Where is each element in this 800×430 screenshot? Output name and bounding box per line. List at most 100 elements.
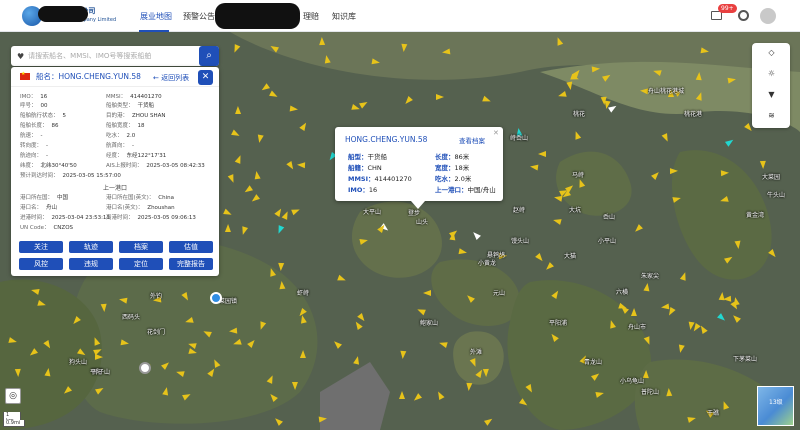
place-label: 外滩 (470, 349, 483, 356)
ship-marker-icon[interactable] (299, 350, 306, 359)
ship-marker-icon[interactable] (422, 290, 431, 297)
place-label: 青龙山 (584, 359, 603, 366)
ship-marker-icon[interactable] (120, 339, 130, 347)
field-track: 航迹向： - (20, 153, 49, 159)
place-label: 小平山 (598, 238, 617, 245)
stack-icon[interactable]: ≋ (767, 111, 776, 120)
ship-marker-icon[interactable] (30, 286, 40, 295)
ship-marker-icon[interactable] (224, 223, 232, 232)
close-button[interactable]: ✕ (198, 70, 213, 85)
location-pin-icon[interactable] (210, 292, 222, 304)
search-input[interactable] (28, 52, 207, 60)
map-type-icon[interactable]: ◎ (5, 388, 21, 404)
place-label: 舟山市 (628, 324, 647, 331)
nav-claims[interactable]: 理赔 (303, 11, 319, 22)
redaction (215, 3, 300, 29)
ship-marker-icon[interactable] (289, 105, 299, 113)
zoom-minimap[interactable]: 13级 (757, 386, 794, 426)
place-label: 元山 (493, 290, 506, 297)
ship-marker-icon[interactable] (529, 163, 539, 171)
field-heading: 航首向： - (106, 143, 135, 149)
ship-marker-icon[interactable] (352, 355, 361, 365)
avatar[interactable] (760, 8, 776, 24)
field-draft: 吃水： 2.0 (106, 133, 136, 139)
weather-icon[interactable]: ☼ (767, 69, 776, 78)
field-ais-time: AIS上报时间： 2025-03-05 08:42:33 (106, 163, 205, 169)
close-icon[interactable]: ✕ (493, 129, 499, 137)
valuation-button[interactable]: 估值 (169, 241, 213, 253)
ship-marker-icon[interactable] (100, 303, 108, 313)
port-uncode: UN Code： CNZOS (20, 225, 74, 231)
nav-alerts[interactable]: 预警公告 (183, 11, 215, 22)
popup-field: 船型：干货船 (348, 153, 387, 161)
ship-marker-icon[interactable] (676, 344, 685, 354)
nav-map[interactable]: 展业地图 (140, 11, 172, 22)
ship-marker-icon[interactable] (660, 303, 670, 311)
place-label: 朱家尖 (641, 273, 660, 280)
zoom-level: 13级 (769, 399, 783, 406)
track-button[interactable]: 轨迹 (69, 241, 113, 253)
search-button[interactable]: ⌕ (199, 46, 219, 66)
ship-marker-icon[interactable] (695, 71, 703, 81)
china-flag-icon (20, 71, 30, 80)
ship-marker-icon[interactable] (256, 134, 264, 144)
ship-marker-icon[interactable] (631, 307, 638, 316)
ship-marker-icon[interactable] (94, 354, 103, 361)
filter-icon[interactable]: ▼ (767, 90, 776, 99)
ship-marker-icon[interactable] (465, 382, 473, 392)
ship-marker-icon[interactable] (670, 168, 679, 175)
redaction (38, 6, 88, 22)
ship-marker-icon[interactable] (318, 37, 325, 46)
ship-marker-icon[interactable] (399, 391, 406, 400)
place-label: 峙岙山 (510, 135, 529, 142)
ship-marker-icon[interactable] (322, 54, 331, 64)
place-label: 花剑门 (147, 329, 166, 336)
ship-marker-icon[interactable] (721, 169, 730, 176)
ship-marker-icon[interactable] (400, 44, 408, 53)
popup-field: 上一港口：中国/舟山 (435, 186, 496, 194)
ship-marker-icon[interactable] (435, 94, 444, 101)
view-archive-link[interactable]: 查看档案 (459, 135, 485, 145)
ship-marker-icon[interactable] (235, 106, 242, 115)
location-pin-icon[interactable] (139, 362, 151, 374)
nav-knowledge[interactable]: 知识库 (332, 11, 356, 22)
field-speed: 航速： - (20, 133, 43, 139)
popup-field: MMSI：414401270 (348, 175, 412, 183)
risk-button[interactable]: 风控 (19, 258, 63, 270)
place-label: 虾峙 (297, 290, 310, 297)
gear-icon[interactable] (738, 10, 749, 21)
locate-button[interactable]: 定位 (119, 258, 163, 270)
place-label: 马峙 (572, 172, 585, 179)
ship-marker-icon[interactable] (296, 162, 305, 169)
ship-marker-icon[interactable] (458, 248, 468, 256)
back-to-list-link[interactable]: ← 返回列表 (153, 73, 189, 83)
ship-marker-icon[interactable] (228, 327, 237, 335)
ship-marker-icon[interactable] (292, 382, 299, 391)
ship-marker-icon[interactable] (759, 160, 767, 170)
ship-marker-icon[interactable] (118, 296, 128, 304)
ship-filter-icon[interactable]: ♥ (17, 52, 24, 61)
ship-marker-icon[interactable] (643, 282, 651, 291)
ship-marker-icon[interactable] (552, 216, 562, 225)
ship-marker-icon[interactable] (734, 240, 742, 249)
ship-marker-icon[interactable] (538, 150, 547, 157)
archive-button[interactable]: 档案 (119, 241, 163, 253)
field-status: 船舶航行状态： 5 (20, 113, 67, 119)
ship-marker-icon[interactable] (482, 369, 489, 378)
place-label: 黄金湾 (746, 212, 765, 219)
ship-marker-icon[interactable] (278, 280, 286, 290)
ship-marker-icon[interactable] (399, 350, 407, 359)
layers-icon[interactable]: ◇ (767, 48, 776, 57)
popup-ship-name: HONG.CHENG.YUN.58 (345, 135, 428, 144)
violation-button[interactable]: 违规 (69, 258, 113, 270)
full-report-button[interactable]: 完整报告 (169, 258, 213, 270)
ship-marker-icon[interactable] (665, 387, 673, 397)
port-arrival: 进港时间： 2025-03-04 23:53:11 (20, 215, 110, 221)
ship-marker-icon[interactable] (44, 367, 52, 377)
port-country-en: 港口所在国(英文)： China (106, 195, 175, 201)
ship-marker-icon[interactable] (277, 262, 285, 272)
follow-button[interactable]: 关注 (19, 241, 63, 253)
place-label: 舟山桃花港城 (648, 88, 685, 95)
ship-marker-icon[interactable] (14, 369, 22, 378)
ship-marker-icon[interactable] (252, 171, 261, 180)
